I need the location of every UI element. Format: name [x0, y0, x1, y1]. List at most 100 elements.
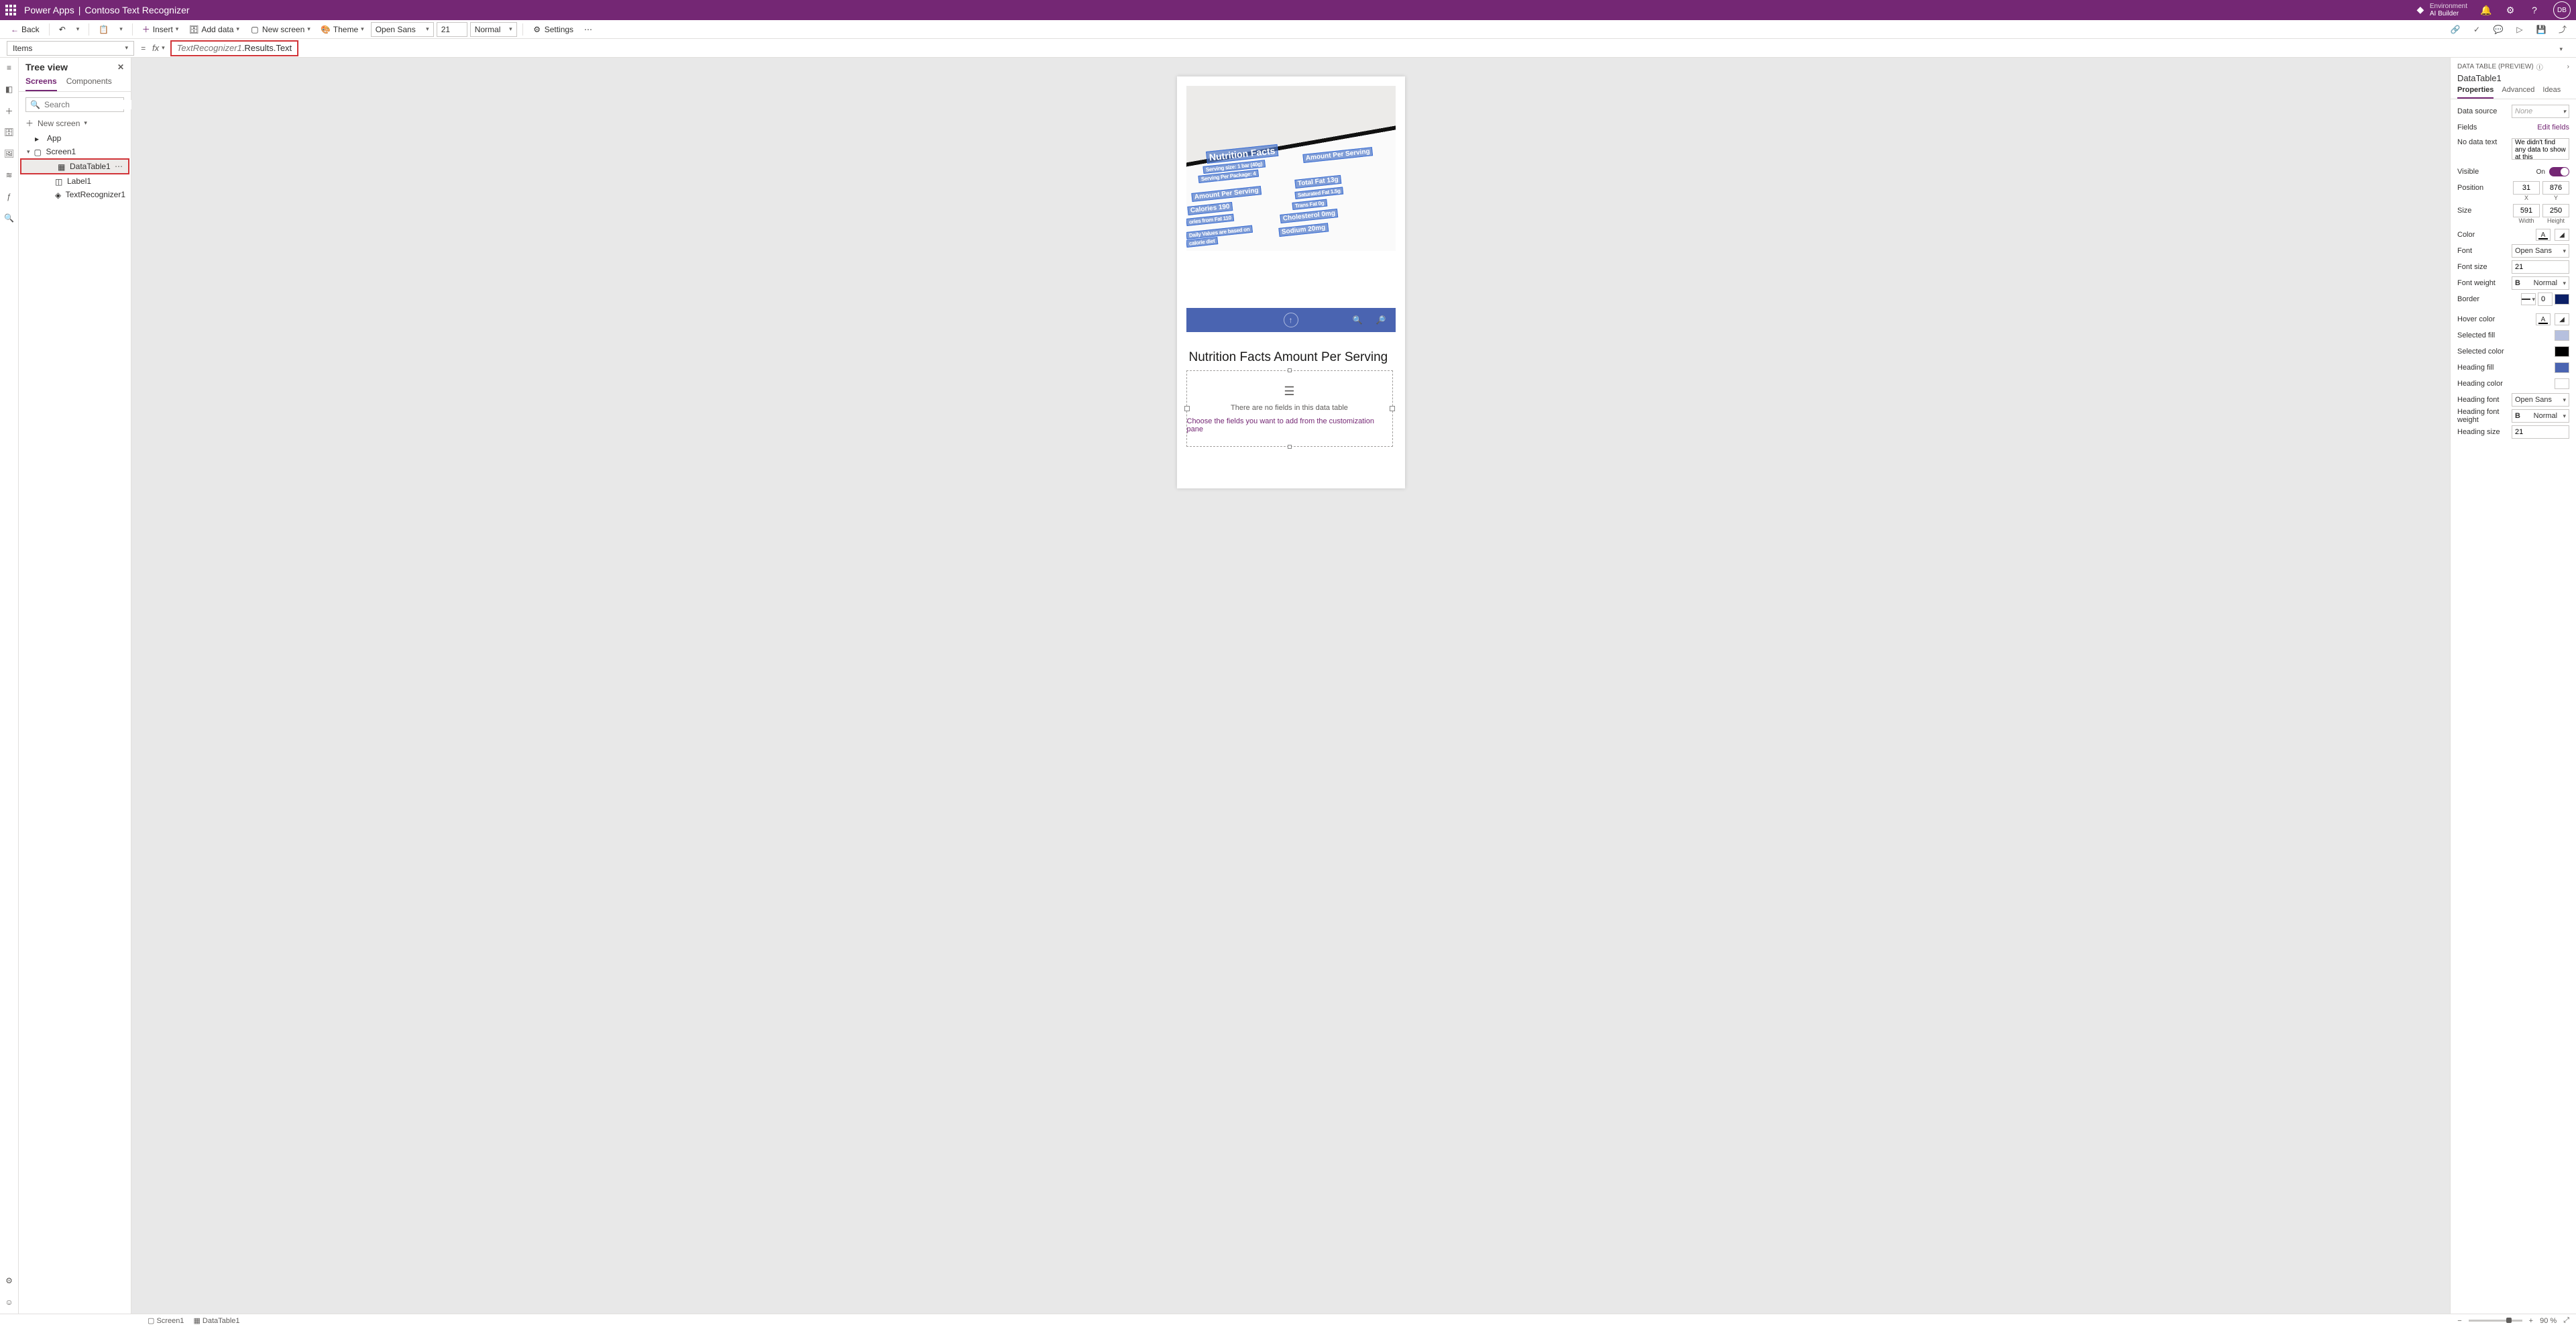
user-avatar[interactable]: DB [2553, 1, 2571, 19]
prop-font-size-input[interactable] [2512, 260, 2569, 274]
prop-border-style-select[interactable]: ▾ [2521, 293, 2536, 305]
tab-ideas[interactable]: Ideas [2542, 86, 2561, 99]
prop-hover-fill-color[interactable]: ◢ [2555, 313, 2569, 325]
add-data-button[interactable]: 🗄Add data▾ [185, 23, 243, 36]
theme-button[interactable]: 🎨Theme▾ [317, 23, 368, 36]
notifications-icon[interactable]: 🔔 [2481, 5, 2491, 15]
prop-heading-fill-swatch[interactable] [2555, 362, 2569, 373]
prop-border-color-swatch[interactable] [2555, 294, 2569, 305]
prop-heading-font-select[interactable]: Open Sans▾ [2512, 393, 2569, 407]
expand-formula-bar[interactable]: ▾ [2553, 41, 2569, 56]
label1-control[interactable]: Nutrition Facts Amount Per Serving [1189, 350, 1388, 365]
font-size-select[interactable]: 21 [437, 22, 467, 37]
app-node-icon: ▸ [35, 134, 43, 142]
new-screen-tree-button[interactable]: ＋New screen▾ [25, 117, 124, 129]
prop-width-input[interactable] [2513, 204, 2540, 217]
font-weight-select[interactable]: Normal▾ [470, 22, 517, 37]
preview-play-icon[interactable]: ▷ [2513, 23, 2526, 36]
fit-to-window-icon[interactable]: ⤢ [2563, 1316, 2569, 1325]
text-recognizer-control[interactable]: Nutrition Facts Amount Per Serving Servi… [1186, 86, 1396, 251]
font-family-select[interactable]: Open Sans▾ [371, 22, 434, 37]
zoom-in-btn[interactable]: + [2529, 1317, 2533, 1325]
publish-icon[interactable]: ⤴ [2556, 23, 2569, 36]
rail-search-icon[interactable]: 🔍 [3, 212, 15, 224]
paste-dropdown[interactable]: ▾ [115, 24, 127, 34]
props-info-icon[interactable]: ⓘ [2536, 62, 2543, 72]
prop-fill-color-button[interactable]: ◢ [2555, 229, 2569, 241]
footer-screen-crumb[interactable]: ▢ Screen1 [148, 1316, 184, 1325]
help-icon[interactable]: ? [2529, 5, 2540, 15]
environment-picker[interactable]: ◆ Environment AI Builder [2415, 3, 2467, 17]
insert-button[interactable]: ＋Insert▾ [138, 22, 183, 36]
rail-media-icon[interactable]: 🖼 [3, 148, 15, 160]
prop-selected-color-swatch[interactable] [2555, 346, 2569, 357]
tab-properties[interactable]: Properties [2457, 86, 2494, 99]
save-icon[interactable]: 💾 [2534, 23, 2548, 36]
zoom-out-btn[interactable]: − [2457, 1317, 2461, 1325]
zoom-out-icon[interactable]: 🔍 [1353, 315, 1363, 325]
comments-icon[interactable]: 💬 [2491, 23, 2505, 36]
prop-hover-font-color[interactable]: A [2536, 313, 2551, 325]
prop-x-input[interactable] [2513, 181, 2540, 195]
close-tree-icon[interactable]: ✕ [117, 62, 124, 72]
prop-font-color-button[interactable]: A [2536, 229, 2551, 241]
prop-font-select[interactable]: Open Sans▾ [2512, 244, 2569, 258]
new-screen-button[interactable]: ▢New screen▾ [246, 23, 315, 36]
upload-image-icon[interactable]: ↑ [1284, 313, 1298, 327]
more-button[interactable]: ⋯ [580, 23, 596, 36]
checker-icon[interactable]: ✓ [2470, 23, 2483, 36]
tab-screens[interactable]: Screens [25, 76, 57, 91]
rail-data-icon[interactable]: 🗄 [3, 126, 15, 138]
undo-dropdown[interactable]: ▾ [72, 24, 84, 34]
rail-variable-icon[interactable]: ƒ [3, 191, 15, 203]
prop-data-source-select[interactable]: None▾ [2512, 105, 2569, 118]
prop-visible-toggle[interactable] [2549, 167, 2569, 176]
prop-border-width-input[interactable] [2538, 293, 2553, 306]
tree-item-label1[interactable]: ◫ Label1 [19, 174, 131, 188]
edit-fields-link[interactable]: Edit fields [2537, 123, 2569, 131]
datatable1-control[interactable]: ☰ There are no fields in this data table… [1186, 370, 1393, 447]
properties-panel: DATA TABLE (PREVIEW) ⓘ › DataTable1 Prop… [2450, 58, 2576, 1314]
undo-button[interactable]: ↶ [55, 23, 70, 36]
prop-heading-color-swatch[interactable] [2555, 378, 2569, 389]
prop-position-label: Position [2457, 184, 2509, 192]
prop-selected-color-label: Selected color [2457, 348, 2551, 356]
fx-label: fx [152, 43, 159, 53]
prop-y-input[interactable] [2542, 181, 2569, 195]
rail-flow-icon[interactable]: ≋ [3, 169, 15, 181]
zoom-in-icon[interactable]: 🔎 [1376, 315, 1386, 325]
zoom-slider[interactable] [2469, 1320, 2522, 1322]
footer-datatable-crumb[interactable]: ▦ DataTable1 [193, 1316, 239, 1325]
rail-settings-icon[interactable]: ⚙ [3, 1275, 15, 1287]
screen1-canvas[interactable]: Nutrition Facts Amount Per Serving Servi… [1177, 76, 1405, 488]
settings-button[interactable]: ⚙Settings [528, 23, 577, 36]
design-canvas[interactable]: Nutrition Facts Amount Per Serving Servi… [131, 58, 2450, 1314]
tree-item-app[interactable]: ▸ App [19, 131, 131, 145]
props-collapse-icon[interactable]: › [2567, 63, 2569, 70]
property-dropdown[interactable]: Items▾ [7, 41, 134, 56]
formula-bar: Items▾ = fx▾ TextRecognizer1.Results.Tex… [0, 39, 2576, 58]
app-launcher-icon[interactable] [5, 5, 16, 15]
tree-search[interactable]: 🔍 [25, 97, 124, 112]
formula-input[interactable]: TextRecognizer1.Results.Text [170, 40, 299, 56]
prop-no-data-input[interactable]: We didn't find any data to show at this [2512, 138, 2569, 160]
settings-gear-icon[interactable]: ⚙ [2505, 5, 2516, 15]
paste-button[interactable]: 📋 [95, 23, 113, 36]
prop-heading-size-input[interactable] [2512, 425, 2569, 439]
rail-insert-icon[interactable]: ＋ [3, 105, 15, 117]
tree-item-datatable1[interactable]: ▦ DataTable1 ⋯ [21, 160, 128, 173]
rail-tree-icon[interactable]: ◧ [3, 83, 15, 95]
tree-item-textrecognizer1[interactable]: ◈ TextRecognizer1 [19, 188, 131, 201]
prop-heading-weight-select[interactable]: B Normal▾ [2512, 409, 2569, 423]
tree-item-more-icon[interactable]: ⋯ [115, 162, 123, 171]
prop-selected-fill-swatch[interactable] [2555, 330, 2569, 341]
share-icon[interactable]: 🔗 [2449, 23, 2462, 36]
tab-advanced[interactable]: Advanced [2502, 86, 2534, 99]
rail-feedback-icon[interactable]: ☺ [3, 1296, 15, 1308]
tree-item-screen1[interactable]: ▾ ▢ Screen1 [19, 145, 131, 158]
prop-font-weight-select[interactable]: B Normal▾ [2512, 276, 2569, 290]
back-button[interactable]: ←Back [7, 23, 44, 36]
prop-height-input[interactable] [2542, 204, 2569, 217]
tab-components[interactable]: Components [66, 76, 112, 91]
rail-hamburger-icon[interactable]: ≡ [3, 62, 15, 74]
